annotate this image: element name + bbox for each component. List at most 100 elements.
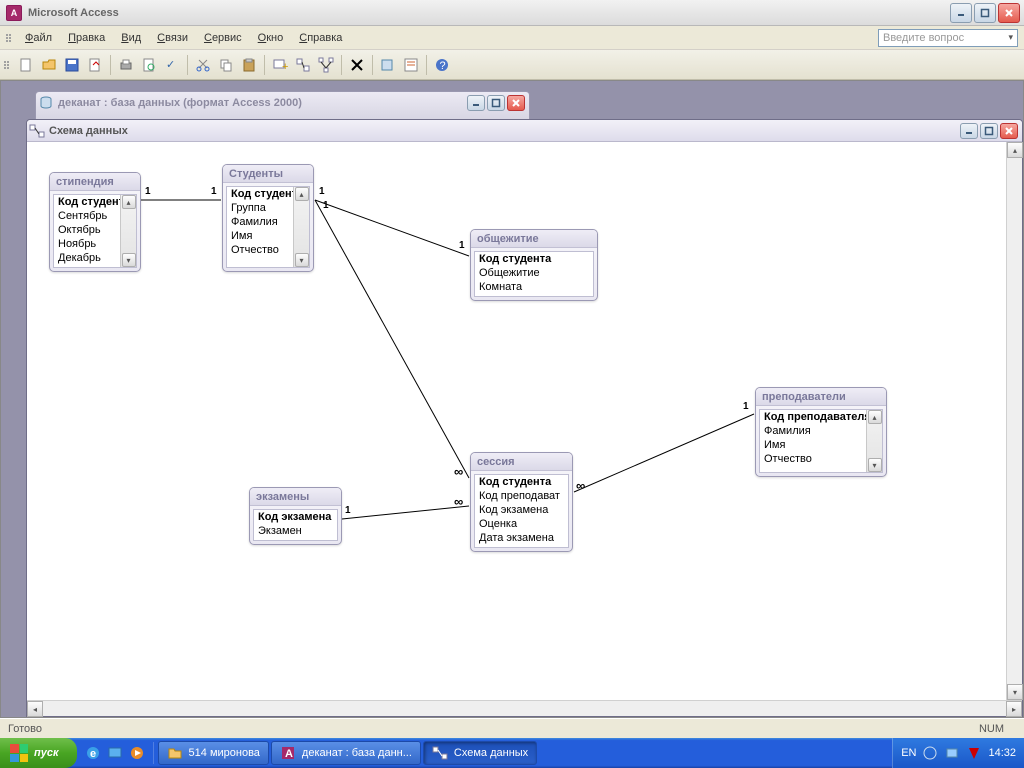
grip-icon[interactable]	[4, 61, 10, 69]
table-field[interactable]: Имя	[760, 438, 882, 452]
print-icon[interactable]	[115, 54, 137, 76]
open-icon[interactable]	[38, 54, 60, 76]
taskbar: пуск e 514 миронова A деканат : база дан…	[0, 738, 1024, 768]
db-close-button[interactable]	[507, 95, 525, 111]
db-minimize-button[interactable]	[467, 95, 485, 111]
table-field[interactable]: Комната	[475, 280, 593, 294]
table-field[interactable]: Фамилия	[760, 424, 882, 438]
scroll-right-icon[interactable]: ▸	[1006, 701, 1022, 717]
scroll-up-icon[interactable]: ▴	[122, 195, 136, 209]
export-icon[interactable]	[84, 54, 106, 76]
menu-edit[interactable]: Правка	[61, 29, 112, 47]
menu-bar: Файл Правка Вид Связи Сервис Окно Справк…	[0, 26, 1024, 50]
table-scrollbar[interactable]: ▴▾	[293, 187, 309, 267]
desktop-icon[interactable]	[105, 742, 125, 764]
scroll-down-icon[interactable]: ▾	[295, 253, 309, 267]
media-icon[interactable]	[127, 742, 147, 764]
cardinality-label: 1	[323, 200, 329, 211]
cardinality-label: 1	[319, 186, 325, 197]
scroll-up-icon[interactable]: ▴	[868, 410, 882, 424]
help-icon[interactable]: ?	[431, 54, 453, 76]
new-object-icon[interactable]	[377, 54, 399, 76]
database-icon	[38, 95, 54, 111]
cardinality-label: 1	[145, 186, 151, 197]
antivirus-icon[interactable]	[966, 745, 982, 761]
cut-icon[interactable]	[192, 54, 214, 76]
table-field[interactable]: Код студента	[475, 475, 568, 489]
database-window[interactable]: деканат : база данных (формат Access 200…	[35, 91, 530, 121]
schema-close-button[interactable]	[1000, 123, 1018, 139]
table-stipendia[interactable]: стипендия Код студент Сентябрь Октябрь Н…	[49, 172, 141, 272]
spelling-icon[interactable]: ✓	[161, 54, 183, 76]
table-field[interactable]: Код экзамена	[475, 503, 568, 517]
table-field[interactable]: Оценка	[475, 517, 568, 531]
table-field[interactable]: Код экзамена	[254, 510, 337, 524]
help-question-placeholder: Введите вопрос	[883, 32, 964, 44]
table-field[interactable]: Код студента	[475, 252, 593, 266]
properties-icon[interactable]	[400, 54, 422, 76]
canvas-scrollbar-horizontal[interactable]: ◂ ▸	[27, 700, 1022, 716]
menu-relations[interactable]: Связи	[150, 29, 195, 47]
relationships-canvas[interactable]: 1 1 1 1 1 ∞ 1 ∞ ∞ 1 стипендия Код студен…	[27, 142, 1022, 700]
delete-icon[interactable]	[346, 54, 368, 76]
table-scrollbar[interactable]: ▴▾	[866, 410, 882, 472]
help-question-input[interactable]: Введите вопрос ▾	[878, 29, 1018, 47]
paste-icon[interactable]	[238, 54, 260, 76]
system-tray: EN 14:32	[892, 738, 1024, 768]
taskbar-access-button[interactable]: A деканат : база данн...	[271, 741, 421, 765]
table-field[interactable]: Код преподавателя	[760, 410, 882, 424]
menu-window[interactable]: Окно	[251, 29, 291, 47]
menu-help[interactable]: Справка	[292, 29, 349, 47]
ie-icon[interactable]: e	[83, 742, 103, 764]
minimize-button[interactable]	[950, 3, 972, 23]
table-field[interactable]: Дата экзамена	[475, 531, 568, 545]
add-table-icon[interactable]: +	[269, 54, 291, 76]
taskbar-access-label: деканат : база данн...	[302, 747, 412, 759]
table-field[interactable]: Код преподават	[475, 489, 568, 503]
database-window-title: деканат : база данных (формат Access 200…	[58, 97, 463, 109]
print-preview-icon[interactable]	[138, 54, 160, 76]
mdi-workspace: деканат : база данных (формат Access 200…	[0, 80, 1024, 718]
scroll-down-icon[interactable]: ▾	[1007, 684, 1023, 700]
taskbar-schema-button[interactable]: Схема данных	[423, 741, 537, 765]
scroll-down-icon[interactable]: ▾	[122, 253, 136, 267]
start-button[interactable]: пуск	[0, 738, 77, 768]
taskbar-folder-button[interactable]: 514 миронова	[158, 741, 269, 765]
schema-maximize-button[interactable]	[980, 123, 998, 139]
menu-file[interactable]: Файл	[18, 29, 59, 47]
new-icon[interactable]	[15, 54, 37, 76]
table-field[interactable]: Общежитие	[475, 266, 593, 280]
table-studenty[interactable]: Студенты Код студент Группа Фамилия Имя …	[222, 164, 314, 272]
save-icon[interactable]	[61, 54, 83, 76]
table-prepodavateli[interactable]: преподаватели Код преподавателя Фамилия …	[755, 387, 887, 477]
scroll-up-icon[interactable]: ▴	[295, 187, 309, 201]
db-maximize-button[interactable]	[487, 95, 505, 111]
scroll-up-icon[interactable]: ▴	[1007, 142, 1023, 158]
table-scrollbar[interactable]: ▴▾	[120, 195, 136, 267]
scroll-left-icon[interactable]: ◂	[27, 701, 43, 717]
close-button[interactable]	[998, 3, 1020, 23]
show-direct-icon[interactable]	[292, 54, 314, 76]
table-field[interactable]: Отчество	[760, 452, 882, 466]
maximize-button[interactable]	[974, 3, 996, 23]
canvas-scrollbar-vertical[interactable]: ▴ ▾	[1006, 142, 1022, 700]
tray-icon[interactable]	[922, 745, 938, 761]
table-field[interactable]: Экзамен	[254, 524, 337, 538]
show-all-icon[interactable]	[315, 54, 337, 76]
relationships-icon	[432, 745, 448, 761]
menu-tools[interactable]: Сервис	[197, 29, 249, 47]
taskbar-folder-label: 514 миронова	[189, 747, 260, 759]
table-obshezhitie[interactable]: общежитие Код студента Общежитие Комната	[470, 229, 598, 301]
tray-icon[interactable]	[944, 745, 960, 761]
table-ekzameny[interactable]: экзамены Код экзамена Экзамен	[249, 487, 342, 545]
table-sessia[interactable]: сессия Код студента Код преподават Код э…	[470, 452, 573, 552]
copy-icon[interactable]	[215, 54, 237, 76]
relationships-titlebar[interactable]: Схема данных	[27, 120, 1022, 142]
tray-clock[interactable]: 14:32	[988, 747, 1016, 759]
scroll-down-icon[interactable]: ▾	[868, 458, 882, 472]
schema-minimize-button[interactable]	[960, 123, 978, 139]
menu-view[interactable]: Вид	[114, 29, 148, 47]
grip-icon[interactable]	[6, 34, 12, 42]
cardinality-label: 1	[459, 240, 465, 251]
language-indicator[interactable]: EN	[901, 747, 916, 759]
